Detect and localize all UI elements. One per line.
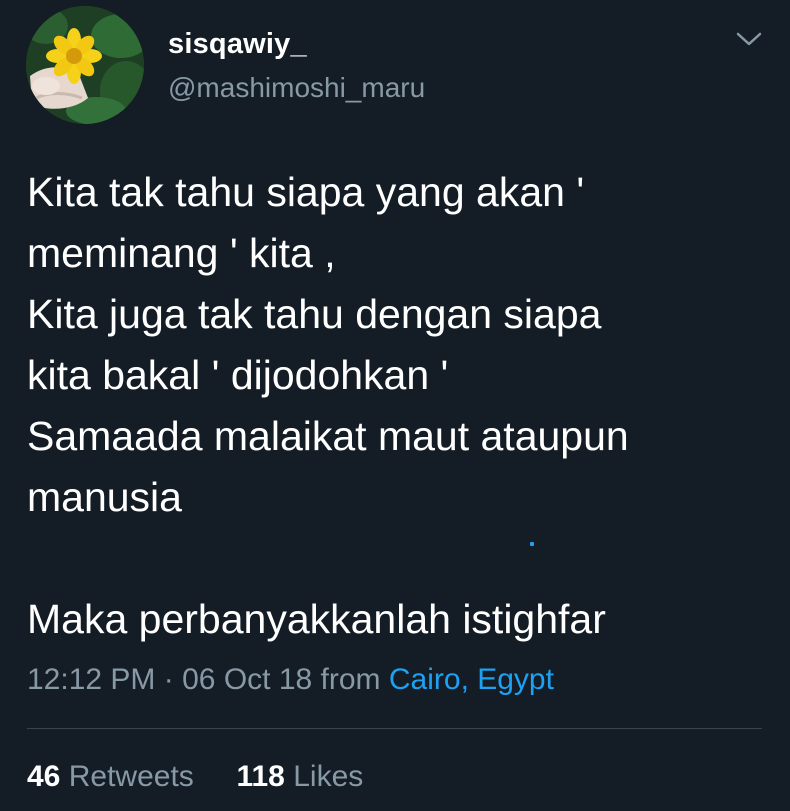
tweet-time[interactable]: 12:12 PM	[27, 663, 155, 696]
tweet-line: Maka perbanyakkanlah istighfar	[27, 596, 606, 642]
tweet-line: manusia	[27, 474, 182, 520]
location-link[interactable]: Cairo, Egypt	[389, 663, 554, 696]
tweet-line: Kita tak tahu siapa yang akan '	[27, 169, 585, 215]
avatar[interactable]	[26, 6, 144, 124]
from-label: from	[320, 663, 381, 696]
tweet-line: kita bakal ' dijodohkan '	[27, 352, 449, 398]
avatar-flower-icon	[26, 6, 144, 124]
chevron-down-icon[interactable]	[734, 26, 764, 52]
likes-stat[interactable]: 118 Likes	[228, 760, 363, 793]
handle[interactable]: @mashimoshi_maru	[168, 72, 425, 104]
meta-separator: ·	[163, 663, 174, 696]
tweet-line: Kita juga tak tahu dengan siapa	[27, 291, 602, 337]
retweets-label: Retweets	[68, 760, 194, 793]
retweets-count: 46	[27, 760, 61, 793]
likes-count: 118	[236, 760, 285, 793]
likes-label: Likes	[293, 760, 364, 793]
retweets-stat[interactable]: 46 Retweets	[27, 760, 202, 793]
tweet-text: Kita tak tahu siapa yang akan ' meminang…	[27, 162, 767, 650]
tweet-card: sisqawiy_ @mashimoshi_maru Kita tak tahu…	[0, 0, 790, 811]
divider	[27, 728, 762, 729]
tweet-stats: 46 Retweets 118 Likes	[27, 760, 363, 794]
stray-dot	[530, 542, 534, 546]
tweet-date[interactable]: 06 Oct 18	[182, 663, 312, 696]
display-name[interactable]: sisqawiy_	[168, 28, 307, 61]
tweet-meta: 12:12 PM · 06 Oct 18 from Cairo, Egypt	[27, 663, 554, 697]
tweet-line: Samaada malaikat maut ataupun	[27, 413, 629, 459]
tweet-line: meminang ' kita ,	[27, 230, 336, 276]
